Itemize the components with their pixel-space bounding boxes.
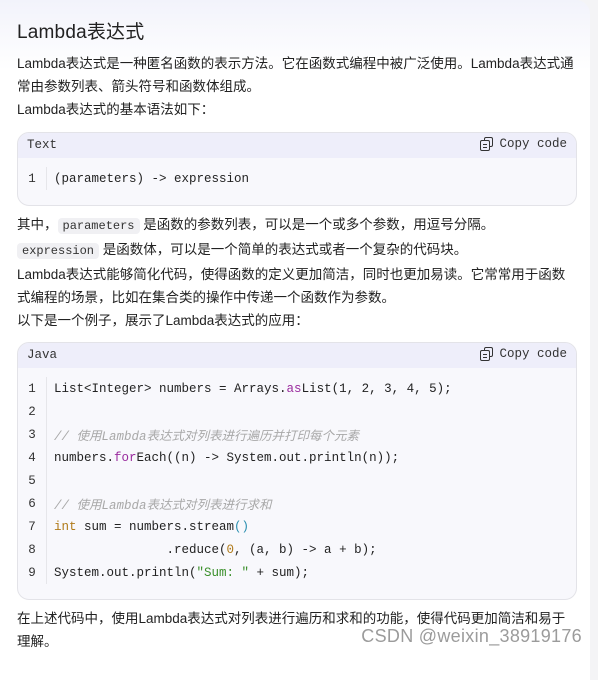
copy-code-label: Copy code	[499, 347, 567, 361]
copy-code-button[interactable]: Copy code	[480, 137, 567, 151]
csdn-watermark: CSDN @weixin_38919176	[361, 626, 582, 646]
line-number: 4	[28, 450, 36, 465]
line-number: 8	[28, 542, 36, 557]
example-intro-text: 以下是一个例子，展示了Lambda表达式的应用：	[17, 313, 309, 328]
copy-icon	[480, 347, 494, 361]
line-number: 7	[28, 519, 36, 534]
explanation-text: 是函数的参数列表，可以是一个或多个参数，用逗号分隔。	[139, 217, 495, 232]
code-text: .reduce(0, (a, b) -> a + b);	[54, 542, 377, 557]
code-block-header: Text Copy code	[18, 133, 576, 158]
code-line: 7 int sum = numbers.stream()	[18, 515, 576, 538]
line-number: 1	[28, 171, 36, 186]
code-text: List<Integer> numbers = Arrays.asList(1,…	[54, 381, 452, 396]
syntax-intro-text: Lambda表达式的基本语法如下：	[17, 102, 215, 117]
line-number: 9	[28, 565, 36, 580]
code-line: 9 System.out.println("Sum: " + sum);	[18, 561, 576, 584]
code-line: 3 // 使用Lambda表达式对列表进行遍历并打印每个元素	[18, 423, 576, 446]
code-text: int sum = numbers.stream()	[54, 519, 250, 534]
line-number: 3	[28, 427, 36, 442]
explanation-text: 其中，	[17, 217, 58, 232]
code-language-label: Text	[27, 138, 58, 152]
code-text: System.out.println("Sum: " + sum);	[54, 565, 310, 580]
code-line: 1 List<Integer> numbers = Arrays.asList(…	[18, 377, 576, 400]
code-comment: // 使用Lambda表达式对列表进行求和	[54, 499, 272, 513]
answer-card: Lambda表达式 Lambda表达式是一种匿名函数的表示方法。它在函数式编程中…	[0, 0, 590, 680]
explanation-paragraph: 其中， parameters 是函数的参数列表，可以是一个或多个参数，用逗号分隔。…	[17, 213, 577, 332]
section-heading: Lambda表达式	[17, 22, 145, 43]
copy-icon	[480, 137, 494, 151]
code-line: 1 (parameters) -> expression	[18, 167, 576, 190]
explanation-text: Lambda表达式能够简化代码，使得函数的定义更加简洁，同时也更加易读。它常常用…	[17, 267, 566, 305]
code-body: 1 (parameters) -> expression	[18, 158, 576, 190]
code-text: numbers.forEach((n) -> System.out.printl…	[54, 450, 400, 465]
inline-code-expression: expression	[17, 243, 100, 259]
code-text: (parameters) -> expression	[54, 171, 250, 186]
scrollbar-track[interactable]	[590, 0, 598, 657]
code-comment: // 使用Lambda表达式对列表进行遍历并打印每个元素	[54, 430, 360, 444]
java-code-block: Java Copy code 1 List<Integer> numbers =…	[17, 342, 577, 600]
copy-code-button[interactable]: Copy code	[480, 347, 567, 361]
line-number: 2	[28, 404, 36, 419]
code-line: 2	[18, 400, 576, 423]
code-line: 8 .reduce(0, (a, b) -> a + b);	[18, 538, 576, 561]
line-number: 5	[28, 473, 36, 488]
copy-code-label: Copy code	[499, 137, 567, 151]
code-line: 5	[18, 469, 576, 492]
code-line: 4 numbers.forEach((n) -> System.out.prin…	[18, 446, 576, 469]
line-number-gutter	[46, 377, 47, 584]
code-language-label: Java	[27, 348, 58, 362]
explanation-text: 是函数体，可以是一个简单的表达式或者一个复杂的代码块。	[99, 242, 468, 257]
inline-code-parameters: parameters	[57, 218, 140, 234]
intro-paragraph: Lambda表达式是一种匿名函数的表示方法。它在函数式编程中被广泛使用。Lamb…	[17, 52, 577, 121]
line-number: 1	[28, 381, 36, 396]
syntax-code-block: Text Copy code 1 (parameters) -> express…	[17, 132, 577, 206]
code-line: 6 // 使用Lambda表达式对列表进行求和	[18, 492, 576, 515]
intro-text: Lambda表达式是一种匿名函数的表示方法。它在函数式编程中被广泛使用。Lamb…	[17, 56, 574, 94]
line-number: 6	[28, 496, 36, 511]
code-block-header: Java Copy code	[18, 343, 576, 368]
line-number-gutter	[46, 167, 47, 190]
code-body: 1 List<Integer> numbers = Arrays.asList(…	[18, 368, 576, 584]
